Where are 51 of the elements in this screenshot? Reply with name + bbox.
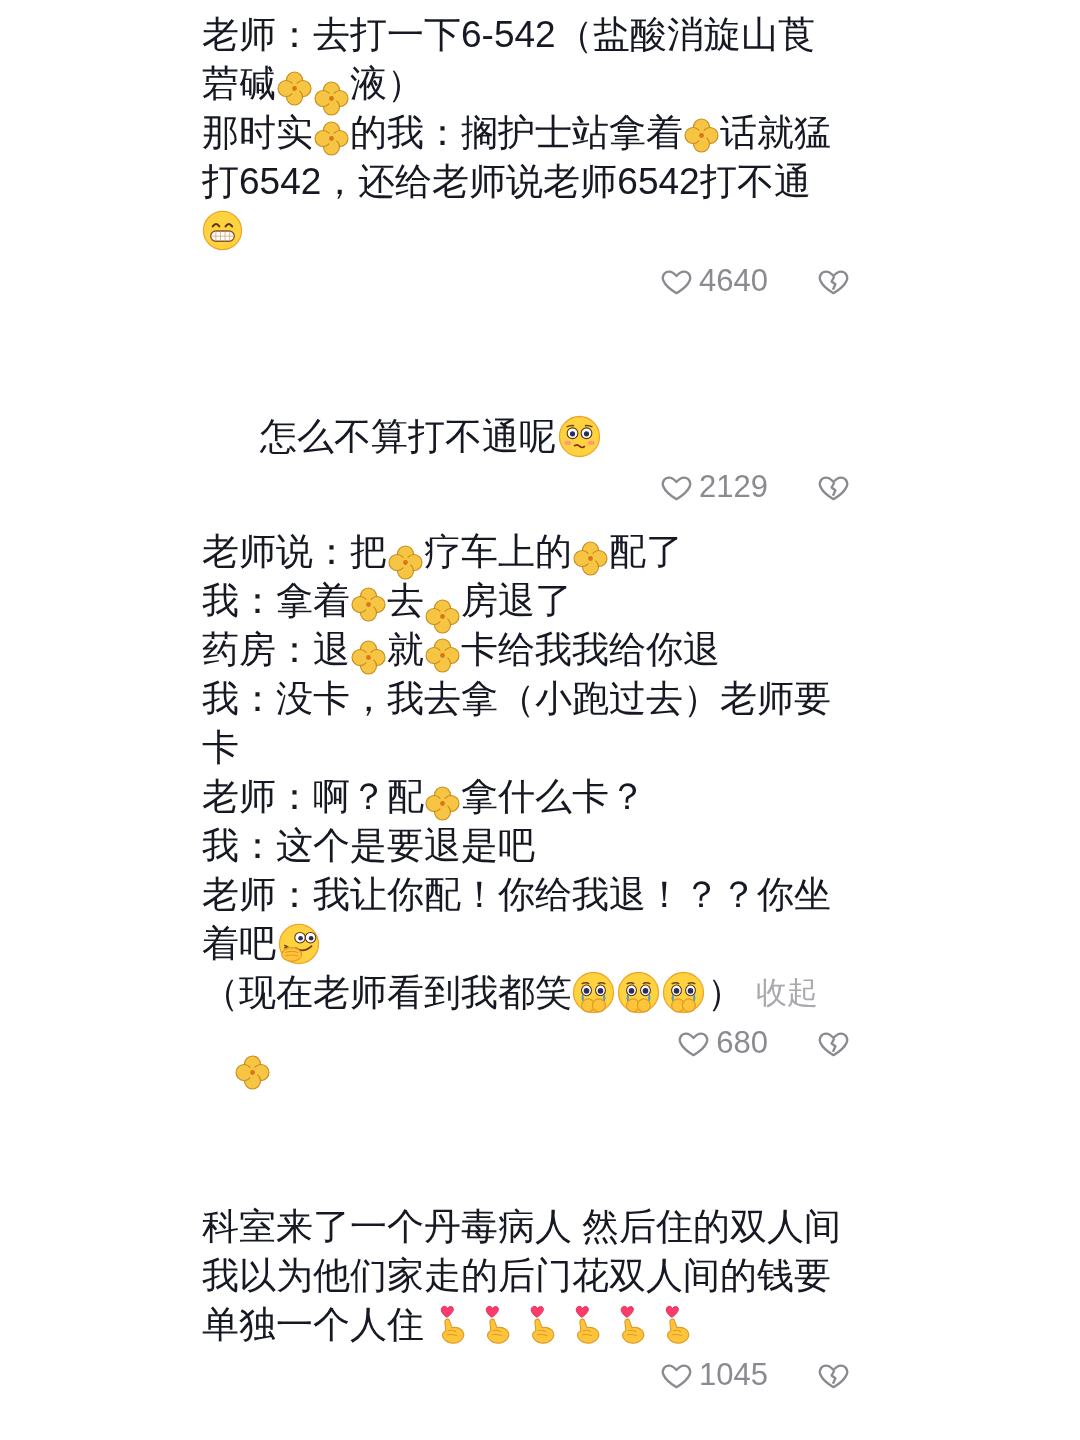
flower-sticker-icon	[313, 80, 350, 117]
comment-text: 菪碱	[202, 62, 276, 106]
flower-sticker-icon	[424, 637, 461, 674]
flower-sticker-icon	[683, 117, 720, 154]
comment-text: 老师说：把	[202, 530, 387, 574]
like-count: 1045	[699, 1356, 768, 1394]
like-count: 4640	[699, 262, 768, 300]
comment-text: 老师：我让你配！你给我退！？？你坐	[202, 873, 831, 917]
comment-text: 话就猛	[720, 111, 831, 155]
crying-face-icon	[662, 971, 705, 1014]
comment-text: 我以为他们家走的后门花双人间的钱要	[202, 1254, 831, 1298]
crying-face-icon	[572, 971, 615, 1014]
grinning-face-icon	[202, 210, 243, 251]
like-count: 2129	[699, 468, 768, 506]
comment-text: （现在老师看到我都笑	[202, 971, 572, 1015]
comment-text: 液）	[350, 62, 424, 106]
flower-sticker-icon	[572, 540, 609, 577]
flower-sticker-icon	[424, 785, 461, 822]
comment-text: 着吧	[202, 922, 276, 966]
comment-text: 的我：搁护士站拿着	[350, 111, 683, 155]
comment-text: 配了	[609, 530, 683, 574]
flower-sticker-icon	[313, 120, 350, 157]
comment-text: 我：这个是要退是吧	[202, 824, 535, 868]
like-count: 680	[716, 1024, 768, 1062]
comment-text: 怎么不算打不通呢	[260, 415, 556, 459]
flower-sticker-icon	[424, 598, 461, 635]
comment-text: 单独一个人住	[202, 1303, 424, 1347]
comment-text: 就	[387, 628, 424, 672]
comment-text: 我：没卡，我去拿（小跑过去）老师要	[202, 677, 831, 721]
flower-sticker-icon	[387, 544, 424, 581]
flower-sticker-icon	[350, 639, 387, 676]
comment-text: 老师：啊？配	[202, 775, 424, 819]
comment-text: 卡	[202, 726, 239, 770]
comment-text: 卡给我我给你退	[461, 628, 720, 672]
crying-face-icon	[617, 971, 660, 1014]
comment-text: 我：拿着	[202, 579, 350, 623]
comment-text: 科室来了一个丹毒病人 然后住的双人间	[202, 1205, 842, 1249]
comment-text: 老师：去打一下6-542（盐酸消旋山莨	[202, 13, 815, 57]
comment-text: 疗车上的	[424, 530, 572, 574]
worried-face-icon	[558, 415, 601, 458]
flower-sticker-icon	[276, 70, 313, 107]
comment-text: 拿什么卡？	[461, 775, 646, 819]
comment-text: 那时实	[202, 111, 313, 155]
comment-text: 打6542，还给老师说老师6542打不通	[202, 160, 811, 204]
comment-text: ）	[707, 971, 744, 1015]
comment-text: 药房：退	[202, 628, 350, 672]
comment-text: 房退了	[461, 579, 572, 623]
smiling-face-with-hand-icon	[278, 922, 320, 965]
comment-text: 去	[387, 579, 424, 623]
collapse-link[interactable]: 收起	[756, 972, 818, 1013]
flower-sticker-icon	[350, 586, 387, 623]
